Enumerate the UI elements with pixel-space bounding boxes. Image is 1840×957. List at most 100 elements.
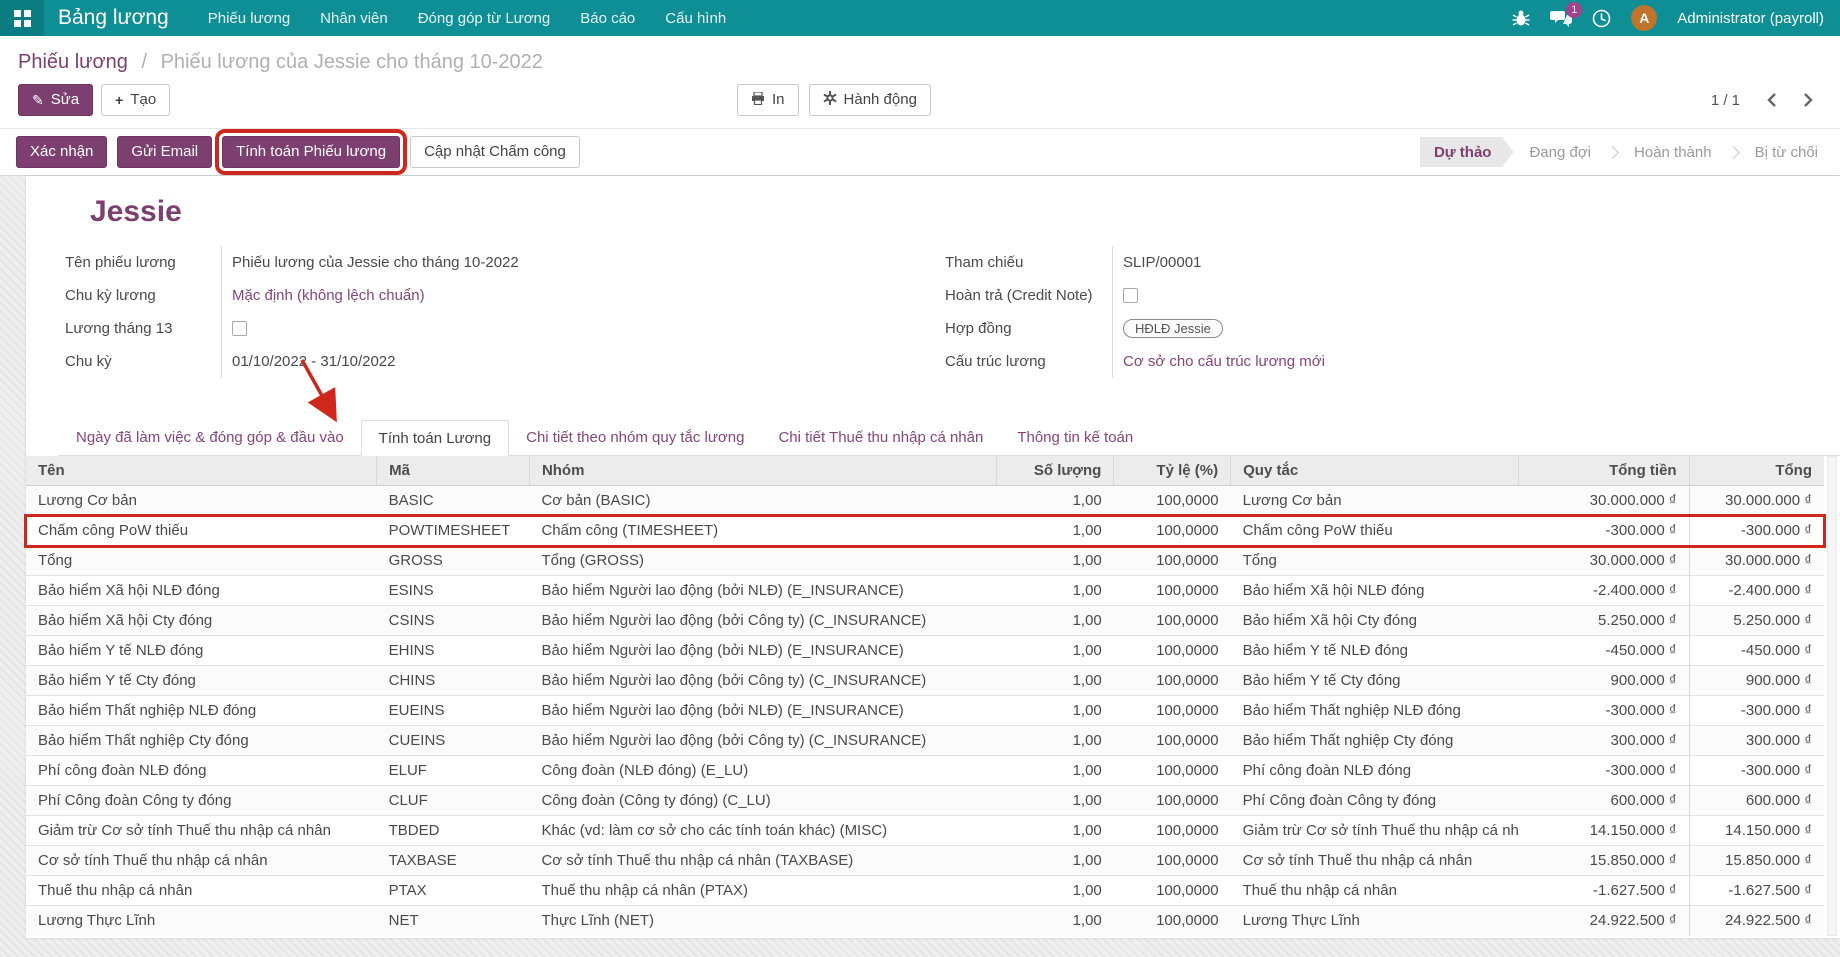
table-cell: Bảo hiểm Người lao động (bởi NLĐ) (E_INS… — [529, 576, 996, 606]
pager-next-icon[interactable] — [1803, 92, 1814, 108]
table-cell: PTAX — [377, 876, 530, 906]
table-cell: Bảo hiểm Người lao động (bởi NLĐ) (E_INS… — [529, 636, 996, 666]
app-brand[interactable]: Bảng lương — [44, 6, 193, 30]
table-cell: ESINS — [377, 576, 530, 606]
table-row-BASIC[interactable]: Lương Cơ bảnBASICCơ bản (BASIC)1,00100,0… — [26, 486, 1824, 516]
nav-menu-1[interactable]: Nhân viên — [305, 1, 403, 36]
statusbar: Xác nhận Gửi Email Tính toán Phiếu lương Cậ… — [0, 128, 1840, 176]
breadcrumb-parent-link[interactable]: Phiếu lương — [18, 51, 128, 73]
debug-bug-icon[interactable] — [1512, 9, 1530, 27]
table-row-TBDED[interactable]: Giảm trừ Cơ sở tính Thuế thu nhập cá nhâ… — [26, 816, 1824, 846]
table-cell: 100,0000 — [1114, 546, 1231, 576]
table-cell: Bảo hiểm Y tế Cty đóng — [1231, 666, 1519, 696]
checkbox-unchecked[interactable] — [232, 321, 247, 336]
apps-menu-icon[interactable] — [0, 0, 44, 36]
table-row-PTAX[interactable]: Thuế thu nhập cá nhânPTAXThuế thu nhập c… — [26, 876, 1824, 906]
table-row-ELUF[interactable]: Phí công đoàn NLĐ đóngELUFCông đoàn (NLĐ… — [26, 756, 1824, 786]
column-header-7[interactable]: Tổng — [1689, 456, 1824, 486]
pager: 1 / 1 — [1711, 92, 1814, 109]
column-header-4[interactable]: Tỷ lệ (%) — [1114, 456, 1231, 486]
table-cell: Tổng (GROSS) — [529, 546, 996, 576]
edit-button[interactable]: ✎ Sửa — [18, 84, 93, 116]
table-row-POWTIMESHEET[interactable]: Chấm công PoW thiếuPOWTIMESHEETChấm công… — [26, 516, 1824, 546]
table-cell: 300.000 ₫ — [1518, 726, 1689, 756]
table-cell: CHINS — [377, 666, 530, 696]
field-label: Hợp đồng — [945, 312, 1113, 345]
table-cell: Bảo hiểm Thất nghiệp Cty đóng — [1231, 726, 1519, 756]
pager-previous-icon[interactable] — [1766, 92, 1777, 108]
table-row-GROSS[interactable]: TổngGROSSTổng (GROSS)1,00100,0000Tổng30.… — [26, 546, 1824, 576]
table-cell: 24.922.500 ₫ — [1689, 906, 1824, 936]
table-cell: TAXBASE — [377, 846, 530, 876]
table-cell: Phí Công đoàn Công ty đóng — [26, 786, 377, 816]
status-step-3[interactable]: Bị từ chối — [1739, 137, 1834, 167]
create-button[interactable]: + Tạo — [101, 84, 170, 116]
table-cell: 100,0000 — [1114, 636, 1231, 666]
status-step-1[interactable]: Đang đợi — [1513, 137, 1607, 167]
field-value[interactable]: Mặc định (không lệch chuẩn) — [222, 287, 945, 304]
action-button[interactable]: Hành động — [809, 84, 931, 116]
table-cell: Phí công đoàn NLĐ đóng — [1231, 756, 1519, 786]
table-cell: 1,00 — [997, 486, 1114, 516]
table-scrollbar[interactable] — [1827, 456, 1837, 936]
nav-menu-3[interactable]: Báo cáo — [565, 1, 650, 36]
table-row-CSINS[interactable]: Bảo hiểm Xã hội Cty đóngCSINSBảo hiểm Ng… — [26, 606, 1824, 636]
user-avatar[interactable]: A — [1631, 5, 1657, 31]
column-header-1[interactable]: Mã — [377, 456, 530, 486]
column-header-6[interactable]: Tổng tiền — [1518, 456, 1689, 486]
table-header-row: TênMãNhómSố lượngTỷ lệ (%)Quy tắcTổng ti… — [26, 456, 1824, 486]
nav-menu-2[interactable]: Đóng góp từ Lương — [403, 1, 566, 36]
tab-1[interactable]: Tính toán Lương — [361, 420, 509, 456]
field-label: Cấu trúc lương — [945, 345, 1113, 378]
messages-icon[interactable]: 1 — [1550, 9, 1572, 27]
table-row-CUEINS[interactable]: Bảo hiểm Thất nghiệp Cty đóngCUEINSBảo h… — [26, 726, 1824, 756]
column-header-0[interactable]: Tên — [26, 456, 377, 486]
table-row-TAXBASE[interactable]: Cơ sở tính Thuế thu nhập cá nhânTAXBASEC… — [26, 846, 1824, 876]
table-cell: 100,0000 — [1114, 666, 1231, 696]
tab-2[interactable]: Chi tiết theo nhóm quy tắc lương — [509, 419, 761, 455]
nav-menu-4[interactable]: Cấu hình — [650, 1, 741, 36]
field-row-left-0: Tên phiếu lươngPhiếu lương của Jessie ch… — [65, 246, 945, 279]
table-cell: Bảo hiểm Y tế NLĐ đóng — [26, 636, 377, 666]
column-header-3[interactable]: Số lượng — [997, 456, 1114, 486]
column-header-2[interactable]: Nhóm — [529, 456, 996, 486]
table-cell: Thuế thu nhập cá nhân — [26, 876, 377, 906]
table-cell: 30.000.000 ₫ — [1518, 546, 1689, 576]
status-step-0[interactable]: Dự thảo — [1420, 137, 1514, 167]
table-cell: -300.000 ₫ — [1518, 516, 1689, 546]
field-value[interactable]: Cơ sở cho cấu trúc lương mới — [1113, 353, 1840, 370]
table-row-CHINS[interactable]: Bảo hiểm Y tế Cty đóngCHINSBảo hiểm Ngườ… — [26, 666, 1824, 696]
activities-clock-icon[interactable] — [1592, 9, 1611, 28]
table-row-EHINS[interactable]: Bảo hiểm Y tế NLĐ đóngEHINSBảo hiểm Ngườ… — [26, 636, 1824, 666]
status-step-2[interactable]: Hoàn thành — [1618, 137, 1728, 167]
table-cell: 1,00 — [997, 546, 1114, 576]
table-cell: 900.000 ₫ — [1689, 666, 1824, 696]
tab-0[interactable]: Ngày đã làm việc & đóng góp & đầu vào — [59, 419, 361, 455]
column-header-5[interactable]: Quy tắc — [1231, 456, 1519, 486]
workflow-button-3[interactable]: Cập nhật Chấm công — [410, 136, 580, 168]
workflow-button-1[interactable]: Gửi Email — [117, 136, 212, 168]
table-row-ESINS[interactable]: Bảo hiểm Xã hội NLĐ đóngESINSBảo hiểm Ng… — [26, 576, 1824, 606]
table-cell: 14.150.000 ₫ — [1689, 816, 1824, 846]
table-row-EUEINS[interactable]: Bảo hiểm Thất nghiệp NLĐ đóngEUEINSBảo h… — [26, 696, 1824, 726]
workflow-button-0[interactable]: Xác nhận — [16, 136, 107, 168]
table-cell: Khác (vd: làm cơ sở cho các tính toán kh… — [529, 816, 996, 846]
contract-badge[interactable]: HĐLĐ Jessie — [1123, 319, 1223, 338]
table-cell: 1,00 — [997, 756, 1114, 786]
table-cell: BASIC — [377, 486, 530, 516]
checkbox-unchecked[interactable] — [1123, 288, 1138, 303]
user-menu[interactable]: Administrator (payroll) — [1677, 10, 1824, 27]
print-button[interactable]: In — [737, 84, 799, 116]
field-value — [1113, 288, 1840, 303]
workflow-button-2[interactable]: Tính toán Phiếu lương — [222, 136, 400, 168]
table-cell: -300.000 ₫ — [1689, 696, 1824, 726]
table-row-CLUF[interactable]: Phí Công đoàn Công ty đóngCLUFCông đoàn … — [26, 786, 1824, 816]
workflow-buttons: Xác nhận Gửi Email Tính toán Phiếu lương Cậ… — [16, 136, 580, 168]
table-cell: 100,0000 — [1114, 816, 1231, 846]
table-cell: Lương Thực Lĩnh — [1231, 906, 1519, 936]
nav-menu-0[interactable]: Phiếu lương — [193, 1, 305, 36]
tab-3[interactable]: Chi tiết Thuế thu nhập cá nhân — [761, 419, 1000, 455]
table-cell: -1.627.500 ₫ — [1689, 876, 1824, 906]
table-row-NET[interactable]: Lương Thực LĩnhNETThực Lĩnh (NET)1,00100… — [26, 906, 1824, 936]
tab-4[interactable]: Thông tin kế toán — [1000, 419, 1150, 455]
